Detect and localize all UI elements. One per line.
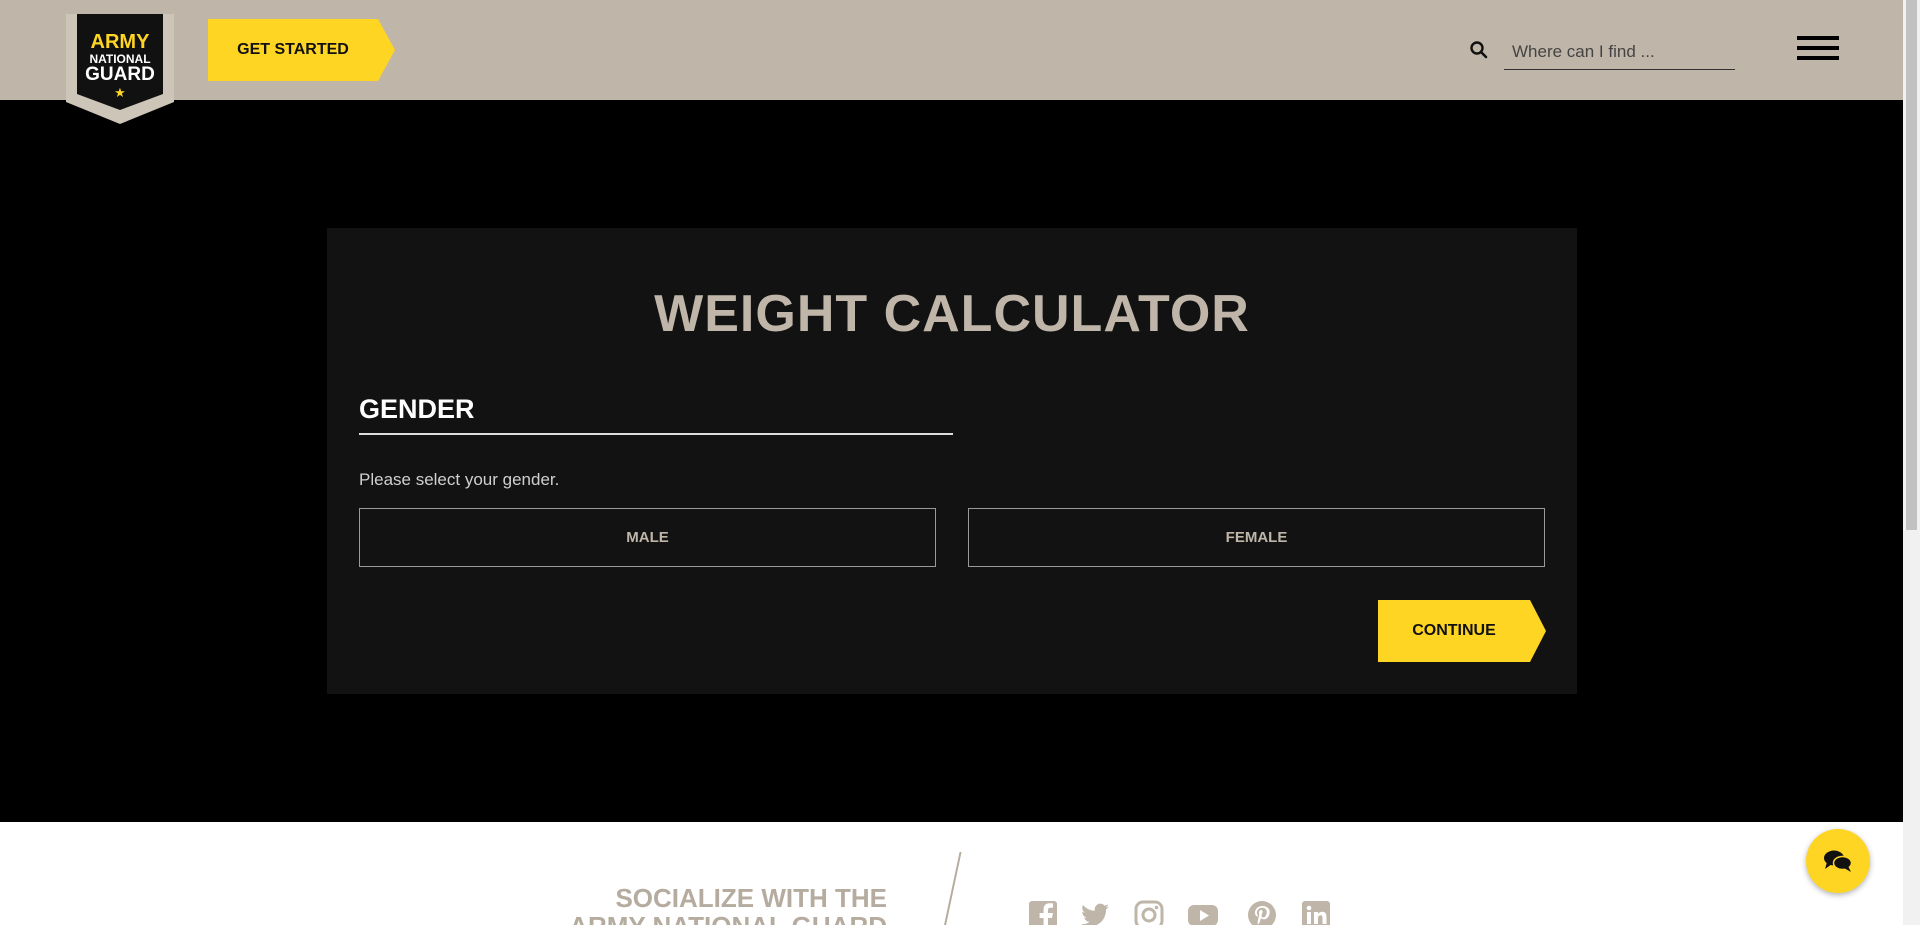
- page-title: WEIGHT CALCULATOR: [654, 285, 1250, 343]
- pinterest-icon[interactable]: [1246, 899, 1278, 925]
- instagram-icon[interactable]: [1133, 899, 1165, 925]
- svg-text:GUARD: GUARD: [85, 64, 155, 85]
- twitter-icon[interactable]: [1079, 899, 1111, 925]
- gender-section-title: GENDER: [359, 394, 953, 435]
- chat-bubbles-icon: [1824, 850, 1853, 872]
- male-option-button[interactable]: MALE: [359, 508, 936, 567]
- facebook-icon[interactable]: [1027, 899, 1059, 925]
- continue-button[interactable]: CONTINUE: [1378, 600, 1546, 662]
- army-national-guard-logo[interactable]: ARMY NATIONAL GUARD ★: [64, 14, 176, 124]
- get-started-button[interactable]: GET STARTED: [208, 19, 395, 81]
- page-scrollbar-thumb[interactable]: [1906, 0, 1917, 530]
- site-header: ARMY NATIONAL GUARD ★ GET STARTED: [0, 0, 1903, 124]
- search-icon[interactable]: [1470, 41, 1488, 59]
- weight-calculator-card: WEIGHT CALCULATOR GENDER Please select y…: [327, 228, 1577, 694]
- youtube-icon[interactable]: [1187, 899, 1219, 925]
- get-started-label: GET STARTED: [237, 41, 349, 58]
- footer-divider: [940, 852, 962, 925]
- search-input[interactable]: [1504, 34, 1735, 70]
- svg-text:ARMY: ARMY: [91, 31, 151, 53]
- social-heading: SOCIALIZE WITH THE ARMY NATIONAL GUARD: [569, 883, 887, 925]
- hamburger-menu-icon[interactable]: [1797, 36, 1839, 64]
- svg-text:★: ★: [114, 86, 126, 101]
- continue-label: CONTINUE: [1412, 622, 1496, 639]
- linkedin-icon[interactable]: [1300, 899, 1332, 925]
- female-option-button[interactable]: FEMALE: [968, 508, 1545, 567]
- chat-button[interactable]: [1806, 829, 1870, 893]
- gender-prompt: Please select your gender.: [359, 470, 560, 489]
- site-footer: SOCIALIZE WITH THE ARMY NATIONAL GUARD: [0, 822, 1903, 925]
